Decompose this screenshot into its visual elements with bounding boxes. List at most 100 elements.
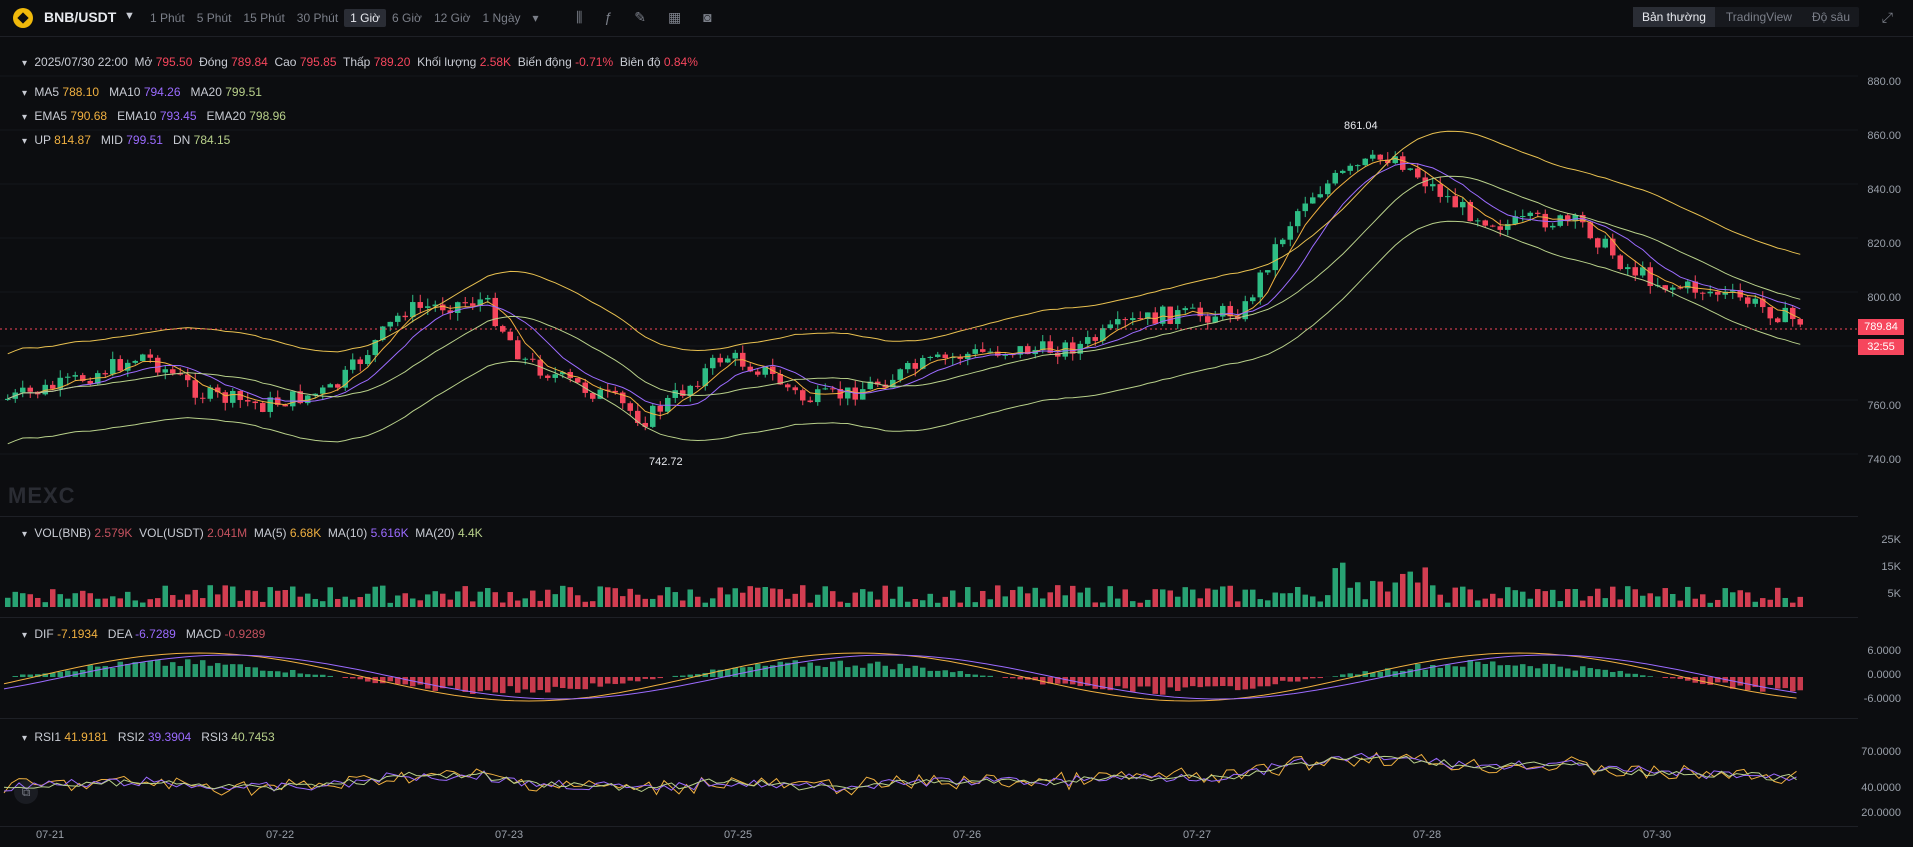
- candle-body: [815, 389, 821, 403]
- volume-bar: [237, 600, 243, 607]
- candle-body: [222, 392, 228, 403]
- volume-bar: [485, 588, 491, 607]
- candle-body: [1752, 298, 1758, 304]
- macd-bar: [447, 677, 453, 686]
- candle-body: [1220, 305, 1226, 317]
- candle-body: [350, 359, 356, 370]
- volume-bar: [897, 586, 903, 607]
- volume-bar: [957, 602, 963, 607]
- volume-bar: [1220, 586, 1226, 607]
- volume-bar: [695, 596, 701, 607]
- macd-bar: [1520, 664, 1526, 677]
- volume-bar: [1782, 597, 1788, 607]
- candle-body: [942, 354, 948, 359]
- volume-bar: [1557, 601, 1563, 607]
- macd-bar: [20, 674, 26, 677]
- candlestick-chart[interactable]: [0, 0, 1913, 847]
- volume-bar: [252, 590, 258, 607]
- candle-body: [1085, 337, 1091, 344]
- macd-bar: [537, 677, 543, 691]
- candle-body: [1190, 307, 1196, 309]
- candle-body: [1370, 154, 1376, 159]
- candle-body: [845, 387, 851, 399]
- volume-bar: [125, 591, 131, 607]
- candle-body: [1595, 238, 1601, 248]
- volume-bar: [725, 594, 731, 607]
- macd-bar: [590, 677, 596, 684]
- candle-body: [1332, 172, 1338, 184]
- volume-bar: [605, 587, 611, 607]
- volume-bar: [1227, 585, 1233, 607]
- boll-lower-line: [7, 220, 1801, 445]
- volume-bar: [912, 599, 918, 607]
- macd-bar: [1317, 677, 1323, 679]
- volume-bar: [1017, 586, 1023, 607]
- candle-body: [50, 384, 56, 389]
- volume-bar: [462, 586, 468, 607]
- volume-bar: [1002, 596, 1008, 607]
- macd-bar: [1557, 666, 1563, 677]
- macd-bar: [387, 677, 393, 682]
- macd-bar: [1580, 666, 1586, 677]
- macd-bar: [132, 662, 138, 677]
- volume-bar: [87, 593, 93, 607]
- macd-bar: [942, 670, 948, 677]
- macd-bar: [1767, 677, 1773, 685]
- candle-body: [1400, 156, 1406, 170]
- volume-bar: [282, 589, 288, 607]
- candle-body: [1265, 270, 1271, 273]
- macd-bar: [245, 666, 251, 677]
- macd-bar: [935, 670, 941, 677]
- volume-bar: [12, 591, 18, 607]
- volume-bar: [432, 591, 438, 607]
- macd-bar: [987, 675, 993, 677]
- macd-bar: [1617, 670, 1623, 677]
- macd-bar: [1265, 677, 1271, 687]
- candle-body: [1445, 196, 1451, 198]
- volume-bar: [215, 594, 221, 607]
- volume-bar: [882, 585, 888, 607]
- candle-body: [1070, 342, 1076, 354]
- volume-bar: [57, 594, 63, 607]
- candle-body: [395, 315, 401, 322]
- macd-bar: [1475, 661, 1481, 677]
- macd-bar: [1535, 668, 1541, 677]
- macd-bar: [882, 665, 888, 677]
- volume-bar: [642, 598, 648, 607]
- volume-bar: [950, 590, 956, 607]
- macd-bar: [1242, 677, 1248, 690]
- volume-bar: [875, 599, 881, 607]
- macd-bar: [222, 664, 228, 677]
- volume-bar: [395, 595, 401, 607]
- candle-body: [1302, 203, 1308, 212]
- macd-bar: [237, 664, 243, 677]
- macd-bar: [117, 661, 123, 677]
- volume-bar: [102, 598, 108, 607]
- volume-bar: [837, 601, 843, 607]
- volume-bar: [1625, 586, 1631, 607]
- volume-bar: [1235, 601, 1241, 607]
- macd-bar: [140, 662, 146, 677]
- macd-bar: [1122, 677, 1128, 689]
- candle-body: [1482, 220, 1488, 226]
- volume-bar: [860, 589, 866, 607]
- candle-body: [800, 390, 806, 401]
- volume-bar: [822, 586, 828, 607]
- candle-body: [132, 360, 138, 363]
- macd-bar: [905, 668, 911, 677]
- macd-bar: [192, 664, 198, 677]
- candle-body: [1280, 239, 1286, 245]
- volume-bar: [245, 590, 251, 607]
- candle-body: [117, 359, 123, 371]
- candle-body: [1295, 211, 1301, 227]
- macd-bar: [260, 670, 266, 677]
- volume-bar: [1505, 587, 1511, 607]
- volume-bar: [800, 585, 806, 607]
- volume-bar: [1460, 586, 1466, 607]
- volume-bar: [867, 591, 873, 607]
- candle-body: [72, 375, 78, 377]
- volume-bar: [980, 590, 986, 607]
- volume-bar: [597, 586, 603, 607]
- candle-body: [1527, 212, 1533, 217]
- candle-body: [147, 354, 153, 358]
